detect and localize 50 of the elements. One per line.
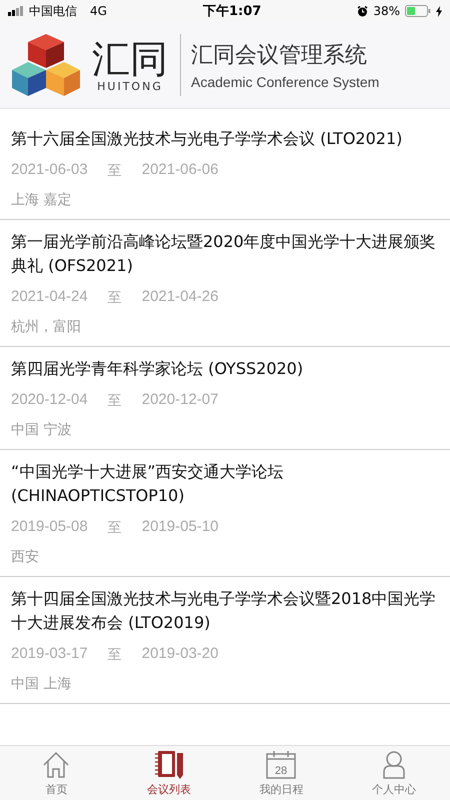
carrier-name: 中国电信 — [29, 2, 77, 20]
home-icon — [41, 750, 72, 780]
conference-item[interactable]: 第十六届全国激光技术与光电子学学术会议 (LTO2021) 2021-06-03 至 2021-06-06 上海 嘉定 — [0, 117, 450, 220]
end-date: 2020-12-07 — [142, 390, 218, 410]
conference-item[interactable]: 第十四届全国激光技术与光电子学学术会议暨2018中国光学十大进展发布会 (LTO2019) 2019-03-17 至 2019-03-20 中国 上海 — [0, 577, 450, 704]
alarm-icon — [357, 6, 368, 16]
battery-percent: 38% — [373, 4, 400, 18]
start-date: 2021-06-03 — [11, 160, 88, 180]
conference-location: 西安 — [11, 548, 40, 567]
conference-location: 中国 宁波 — [11, 421, 72, 440]
date-separator: 至 — [108, 518, 122, 537]
tab-item[interactable]: 个人中心 — [338, 746, 450, 800]
clock-time: 下午1:07 — [202, 3, 262, 20]
app-subtitle: Academic Conference System — [191, 74, 380, 90]
conference-item[interactable]: 第一届光学前沿高峰论坛暨2020年度中国光学十大进展颁奖典礼 (OFS2021) 2021-04-24 至 2021-04-26 杭州，富阳 — [0, 220, 450, 347]
signal-icon — [8, 6, 24, 16]
conference-location: 中国 上海 — [11, 675, 72, 694]
conference-title: 第十四届全国激光技术与光电子学学术会议暨2018中国光学十大进展发布会 (LTO2019) — [11, 588, 437, 634]
conference-title: 第十六届全国激光技术与光电子学学术会议 (LTO2021) — [11, 128, 404, 150]
end-date: 2019-03-20 — [142, 644, 218, 664]
date-separator: 至 — [108, 645, 122, 664]
app-title: 汇同会议管理系统 — [191, 42, 368, 70]
conference-title: “中国光学十大进展”西安交通大学论坛 (CHINAOPTICSTOP10) — [11, 461, 285, 507]
end-date: 2019-05-10 — [142, 517, 218, 537]
date-separator: 至 — [108, 288, 122, 307]
network-type: 4G — [90, 4, 107, 18]
cubes-logo-icon — [12, 32, 80, 98]
tab-item[interactable]: 28 我的日程 — [225, 746, 338, 800]
date-separator: 至 — [108, 391, 122, 410]
logo-subtext: HUITONG — [97, 80, 163, 92]
notebook-icon — [154, 750, 184, 780]
conference-title: 第四届光学青年科学家论坛 (OYSS2020) — [11, 358, 304, 380]
end-date: 2021-06-06 — [142, 160, 218, 180]
start-date: 2020-12-04 — [11, 390, 88, 410]
conference-item[interactable]: “中国光学十大进展”西安交通大学论坛 (CHINAOPTICSTOP10) 2019-05-08 至 2019-05-10 西安 — [0, 450, 450, 577]
conference-location: 杭州，富阳 — [11, 318, 82, 337]
tab-item[interactable]: 首页 — [0, 746, 112, 800]
conference-location: 上海 嘉定 — [11, 191, 72, 210]
conference-title: 第一届光学前沿高峰论坛暨2020年度中国光学十大进展颁奖典礼 (OFS2021) — [11, 231, 437, 277]
start-date: 2019-05-08 — [11, 517, 88, 537]
end-date: 2021-04-26 — [142, 287, 218, 307]
start-date: 2019-03-17 — [11, 644, 88, 664]
charging-icon — [436, 6, 442, 16]
logo-text: 汇同 — [92, 38, 168, 80]
date-separator: 至 — [108, 161, 122, 180]
conference-item[interactable]: 第四届光学青年科学家论坛 (OYSS2020) 2020-12-04 至 2020-12-07 中国 宁波 — [0, 347, 450, 450]
battery-icon — [404, 5, 431, 17]
calendar-icon: 28 — [265, 750, 298, 780]
tab-item[interactable]: 会议列表 — [112, 746, 225, 800]
start-date: 2021-04-24 — [11, 287, 88, 307]
